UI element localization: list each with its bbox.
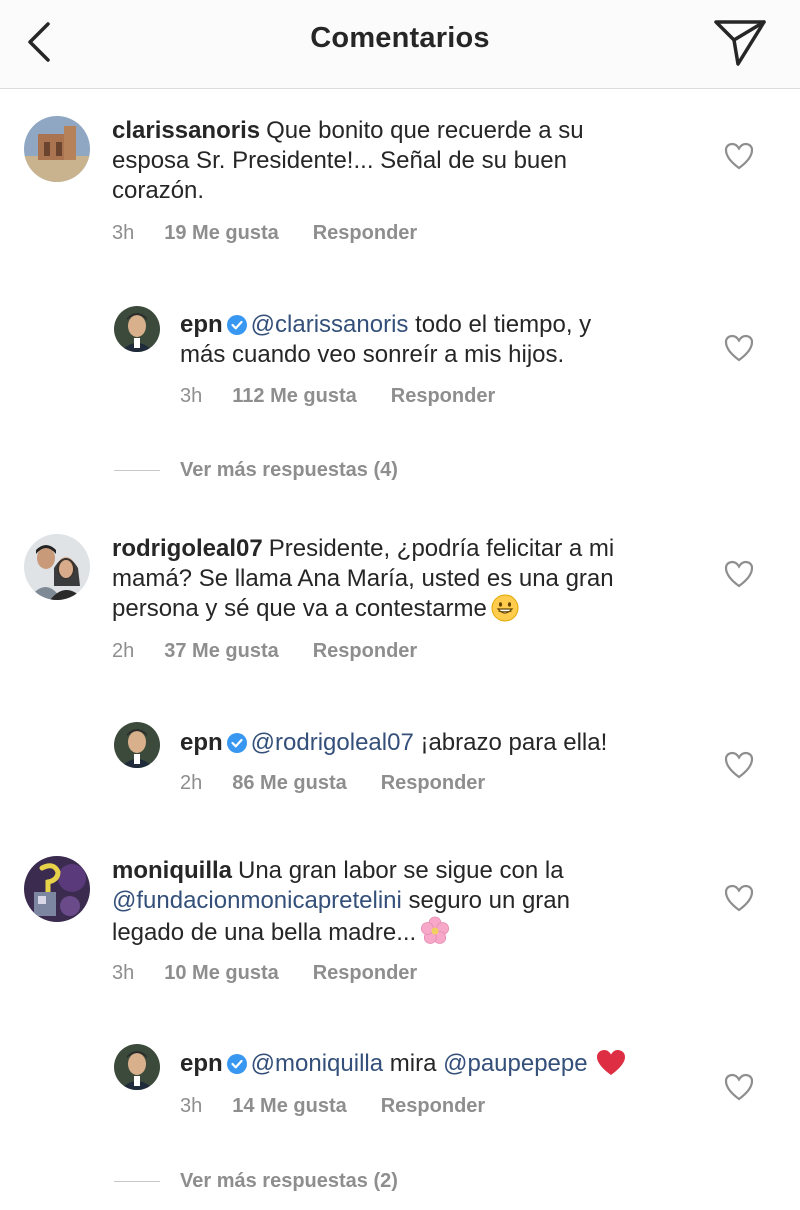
reply-button[interactable]: Responder bbox=[313, 962, 417, 984]
verified-badge-icon bbox=[226, 315, 247, 335]
comment-meta: 3h 10 Me gusta Responder bbox=[112, 962, 451, 985]
mention-link[interactable]: @rodrigoleal07 bbox=[251, 729, 414, 756]
likes-count[interactable]: 37 Me gusta bbox=[164, 640, 278, 662]
username-link[interactable]: epn bbox=[180, 311, 223, 338]
comment-meta: 3h 19 Me gusta Responder bbox=[112, 222, 451, 245]
heart-icon bbox=[724, 142, 754, 170]
page-title: Comentarios bbox=[310, 22, 490, 54]
comment-text: Presidente, ¿podría felicitar a mi bbox=[268, 535, 615, 562]
comment-time: 3h bbox=[112, 222, 135, 244]
comment-meta: 2h 86 Me gusta Responder bbox=[180, 772, 519, 795]
comment-time: 3h bbox=[180, 1095, 203, 1117]
avatar-epn[interactable] bbox=[114, 1044, 160, 1090]
comment-meta: 2h 37 Me gusta Responder bbox=[112, 640, 451, 663]
view-more-replies-button[interactable]: Ver más respuestas (4) bbox=[180, 459, 398, 482]
paper-plane-icon bbox=[714, 20, 766, 66]
comment-body: clarissanoris Que bonito que recuerde a s… bbox=[112, 116, 712, 206]
like-button[interactable] bbox=[724, 751, 754, 779]
avatar-moniquilla[interactable] bbox=[24, 856, 90, 922]
comment-text-line: mamá? Se llama Ana María, usted es una g… bbox=[112, 565, 614, 592]
avatar-clarissanoris[interactable] bbox=[24, 116, 90, 182]
view-more-replies-button[interactable]: Ver más respuestas (2) bbox=[180, 1170, 398, 1193]
heart-icon bbox=[724, 560, 754, 588]
comment-time: 2h bbox=[112, 640, 135, 662]
username-link[interactable]: clarissanoris bbox=[112, 117, 260, 144]
reply-button[interactable]: Responder bbox=[381, 772, 485, 794]
reply-button[interactable]: Responder bbox=[313, 640, 417, 662]
heart-icon bbox=[724, 334, 754, 362]
heart-icon bbox=[724, 1073, 754, 1101]
comment-text-line: persona y sé que va a contestarme bbox=[112, 595, 487, 622]
username-link[interactable]: epn bbox=[180, 1050, 223, 1077]
reply-button[interactable]: Responder bbox=[381, 1095, 485, 1117]
comment-meta: 3h 112 Me gusta Responder bbox=[180, 385, 529, 408]
heart-icon bbox=[724, 751, 754, 779]
comment-time: 3h bbox=[112, 962, 135, 984]
like-button[interactable] bbox=[724, 560, 754, 588]
username-link[interactable]: moniquilla bbox=[112, 857, 232, 884]
comment-text-line: más cuando veo sonreír a mis hijos. bbox=[180, 341, 565, 368]
avatar-epn[interactable] bbox=[114, 306, 160, 352]
likes-count[interactable]: 10 Me gusta bbox=[164, 962, 278, 984]
likes-count[interactable]: 19 Me gusta bbox=[164, 222, 278, 244]
mention-link[interactable]: @fundacionmonicapretelini bbox=[112, 887, 402, 914]
comment-text: mira bbox=[389, 1050, 437, 1077]
avatar-epn[interactable] bbox=[114, 722, 160, 768]
comment-text-line: legado de una bella madre... bbox=[112, 919, 417, 946]
like-button[interactable] bbox=[724, 1073, 754, 1101]
username-link[interactable]: rodrigoleal07 bbox=[112, 535, 263, 562]
comment-text-line: seguro un gran bbox=[408, 887, 570, 914]
divider-line bbox=[114, 470, 160, 471]
mention-link[interactable]: @clarissanoris bbox=[251, 311, 409, 338]
header-bar: Comentarios bbox=[0, 0, 800, 89]
comment-body: rodrigoleal07 Presidente, ¿podría felicit… bbox=[112, 534, 712, 624]
comment-time: 2h bbox=[180, 772, 203, 794]
likes-count[interactable]: 112 Me gusta bbox=[232, 385, 357, 407]
comment-text-line: corazón. bbox=[112, 177, 205, 204]
reply-body: epn @moniquilla mira @paupepepe bbox=[180, 1049, 710, 1079]
verified-badge-icon bbox=[226, 733, 247, 753]
comment-text: todo el tiempo, y bbox=[415, 311, 592, 338]
like-button[interactable] bbox=[724, 334, 754, 362]
verified-badge-icon bbox=[226, 1054, 247, 1074]
reply-body: epn @rodrigoleal07 ¡abrazo para ella! bbox=[180, 728, 710, 758]
avatar-rodrigoleal07[interactable] bbox=[24, 534, 90, 600]
comment-text-line: esposa Sr. Presidente!... Señal de su bu… bbox=[112, 147, 567, 174]
likes-count[interactable]: 14 Me gusta bbox=[232, 1095, 346, 1117]
heart-icon bbox=[724, 884, 754, 912]
likes-count[interactable]: 86 Me gusta bbox=[232, 772, 346, 794]
reply-body: epn @clarissanoris todo el tiempo, y más … bbox=[180, 310, 710, 370]
comment-body: moniquilla Una gran labor se sigue con la… bbox=[112, 856, 712, 948]
username-link[interactable]: epn bbox=[180, 729, 223, 756]
divider-line bbox=[114, 1181, 160, 1182]
grinning-face-emoji bbox=[491, 594, 519, 622]
like-button[interactable] bbox=[724, 142, 754, 170]
like-button[interactable] bbox=[724, 884, 754, 912]
reply-button[interactable]: Responder bbox=[313, 222, 417, 244]
reply-button[interactable]: Responder bbox=[391, 385, 495, 407]
mention-link[interactable]: @paupepepe bbox=[443, 1050, 588, 1077]
mention-link[interactable]: @moniquilla bbox=[251, 1050, 383, 1077]
cherry-blossom-emoji bbox=[421, 916, 450, 944]
comment-text: Que bonito que recuerde a su bbox=[266, 117, 584, 144]
red-heart-emoji bbox=[596, 1050, 625, 1075]
share-button[interactable] bbox=[712, 16, 768, 68]
comment-time: 3h bbox=[180, 385, 203, 407]
comment-text: Una gran labor se sigue con la bbox=[238, 857, 564, 884]
comment-meta: 3h 14 Me gusta Responder bbox=[180, 1095, 519, 1118]
comment-text: ¡abrazo para ella! bbox=[420, 729, 608, 756]
